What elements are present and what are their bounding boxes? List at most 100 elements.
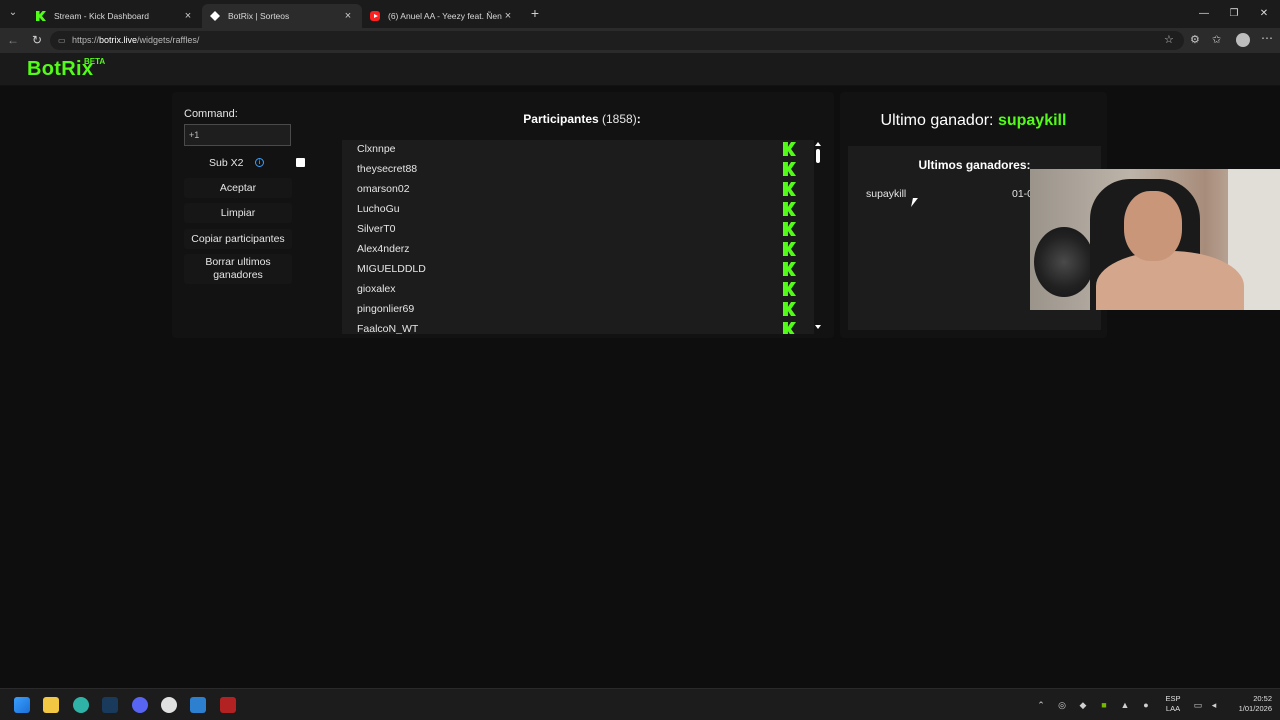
- list-item: LuchoGu: [342, 200, 802, 220]
- browser-tab-strip: ⌄ Stream - Kick Dashboard × BotRix | Sor…: [0, 0, 1280, 28]
- webcam-fan: [1034, 227, 1094, 297]
- participant-name: LuchoGu: [357, 203, 400, 215]
- address-bar[interactable]: ▭ https://botrix.live/widgets/raffles/: [50, 31, 1184, 50]
- kick-icon: [783, 302, 796, 316]
- last-winner-label: Ultimo ganador:: [880, 112, 994, 129]
- clear-button[interactable]: Limpiar: [184, 203, 292, 223]
- keyboard-language[interactable]: ESP LAA: [1164, 694, 1182, 714]
- recent-winner-name: supaykill: [866, 188, 907, 200]
- kick-icon: [783, 162, 796, 176]
- edge-icon[interactable]: [73, 697, 89, 713]
- list-item: theysecret88: [342, 160, 802, 180]
- file-explorer-icon[interactable]: [43, 697, 59, 713]
- url-scheme: https://: [72, 35, 100, 45]
- tray-app-icon[interactable]: ▲: [1119, 699, 1131, 711]
- url-host: botrix.live: [99, 35, 138, 45]
- list-item: Alex4nderz: [342, 240, 802, 260]
- steam-icon[interactable]: [102, 697, 118, 713]
- participants-list[interactable]: Clxnnpe theysecret88 omarson02 LuchoGu Silve…: [342, 140, 814, 334]
- more-icon[interactable]: ⋯: [1261, 31, 1273, 45]
- obs-icon[interactable]: [161, 697, 177, 713]
- restore-icon[interactable]: ❐: [1219, 4, 1249, 24]
- list-item: pingonlier69: [342, 300, 802, 320]
- scroll-up-arrow-icon[interactable]: [815, 142, 821, 146]
- microphone-icon[interactable]: ●: [1140, 699, 1152, 711]
- tray-app-icon[interactable]: ◎: [1056, 699, 1068, 711]
- sub-x2-checkbox[interactable]: [296, 158, 305, 167]
- clear-winners-button[interactable]: Borrar ultimos ganadores: [184, 254, 292, 284]
- back-icon[interactable]: ←: [5, 33, 21, 47]
- window-close-icon[interactable]: ✕: [1249, 4, 1279, 24]
- close-icon[interactable]: ×: [502, 10, 514, 22]
- botrix-icon: [210, 11, 220, 21]
- copy-participants-button[interactable]: Copiar participantes: [184, 229, 292, 249]
- tab-kick-dashboard[interactable]: Stream - Kick Dashboard ×: [28, 4, 202, 28]
- participant-name: theysecret88: [357, 163, 418, 175]
- scroll-down-arrow-icon[interactable]: [815, 325, 821, 329]
- last-winner-heading: Ultimo ganador: supaykill: [840, 112, 1107, 130]
- tab-title: (6) Anuel AA - Yeezy feat. Ñengo F: [388, 11, 502, 21]
- tray-nvidia-icon[interactable]: ■: [1098, 699, 1110, 711]
- lang-top: ESP: [1165, 694, 1181, 703]
- favorites-icon[interactable]: ✩: [1212, 33, 1221, 46]
- close-icon[interactable]: ×: [342, 10, 354, 22]
- system-clock[interactable]: 20:52 1/01/2026: [1226, 694, 1272, 714]
- minimize-icon[interactable]: —: [1189, 4, 1219, 24]
- taskbar: ⌃ ◎ ◆ ■ ▲ ● ESP LAA ▭ ◂ 20:52 1/01/2026: [0, 688, 1280, 720]
- windows-start-icon[interactable]: [14, 697, 30, 713]
- discord-icon[interactable]: [132, 697, 148, 713]
- refresh-icon[interactable]: ↻: [29, 33, 45, 47]
- kick-icon: [783, 222, 796, 236]
- participants-scrollbar[interactable]: [813, 140, 823, 334]
- tray-app-icon[interactable]: ◆: [1077, 699, 1089, 711]
- kick-icon: [783, 242, 796, 256]
- list-item: gioxalex: [342, 280, 802, 300]
- browser-toolbar: ← ↻ ▭ https://botrix.live/widgets/raffle…: [0, 28, 1280, 53]
- youtube-icon: [370, 11, 380, 21]
- network-icon[interactable]: ▭: [1192, 699, 1204, 711]
- participants-title-label: Participantes: [523, 112, 599, 126]
- app-header: BotRix BETA: [0, 53, 1280, 86]
- last-winner-name: supaykill: [997, 112, 1067, 129]
- participant-name: gioxalex: [357, 283, 396, 295]
- tab-youtube[interactable]: (6) Anuel AA - Yeezy feat. Ñengo F ×: [362, 4, 522, 28]
- game-icon[interactable]: [220, 697, 236, 713]
- extensions-icon[interactable]: ⚙: [1190, 33, 1200, 46]
- tab-title: Stream - Kick Dashboard: [54, 11, 149, 21]
- kick-icon: [783, 282, 796, 296]
- participants-title: Participantes (1858):: [342, 112, 822, 126]
- command-label: Command:: [184, 108, 238, 120]
- app-icon[interactable]: [190, 697, 206, 713]
- sub-x2-label: Sub X2: [209, 157, 244, 169]
- tray-chevron-icon[interactable]: ⌃: [1035, 699, 1047, 711]
- url-path: /widgets/raffles/: [137, 35, 200, 45]
- tab-botrix-sorteos[interactable]: BotRix | Sorteos ×: [202, 4, 362, 28]
- webcam-person-body: [1096, 251, 1244, 310]
- kick-icon: [783, 322, 796, 334]
- participant-name: SilverT0: [357, 223, 396, 235]
- webcam-person-head: [1124, 191, 1182, 261]
- volume-icon[interactable]: ◂: [1208, 699, 1220, 711]
- beta-badge: BETA: [84, 57, 106, 66]
- participant-name: pingonlier69: [357, 303, 415, 315]
- kick-icon: [783, 142, 796, 156]
- lang-bottom: LAA: [1165, 704, 1181, 713]
- participant-name: Clxnnpe: [357, 143, 396, 155]
- list-item: Clxnnpe: [342, 140, 802, 160]
- tab-menu-chevron-icon[interactable]: ⌄: [6, 7, 20, 21]
- list-item: omarson02: [342, 180, 802, 200]
- participants-colon: :: [636, 112, 641, 126]
- new-tab-button[interactable]: +: [527, 5, 543, 21]
- command-input[interactable]: [184, 124, 291, 146]
- list-item: SilverT0: [342, 220, 802, 240]
- info-icon[interactable]: i: [255, 158, 264, 167]
- scroll-thumb[interactable]: [816, 149, 820, 163]
- kick-icon: [783, 202, 796, 216]
- clock-date: 1/01/2026: [1238, 704, 1272, 713]
- avatar[interactable]: [1236, 33, 1250, 47]
- close-icon[interactable]: ×: [182, 10, 194, 22]
- participant-name: Alex4nderz: [357, 243, 410, 255]
- tab-title: BotRix | Sorteos: [228, 11, 290, 21]
- accept-button[interactable]: Aceptar: [184, 178, 292, 198]
- star-icon[interactable]: ☆: [1164, 33, 1174, 46]
